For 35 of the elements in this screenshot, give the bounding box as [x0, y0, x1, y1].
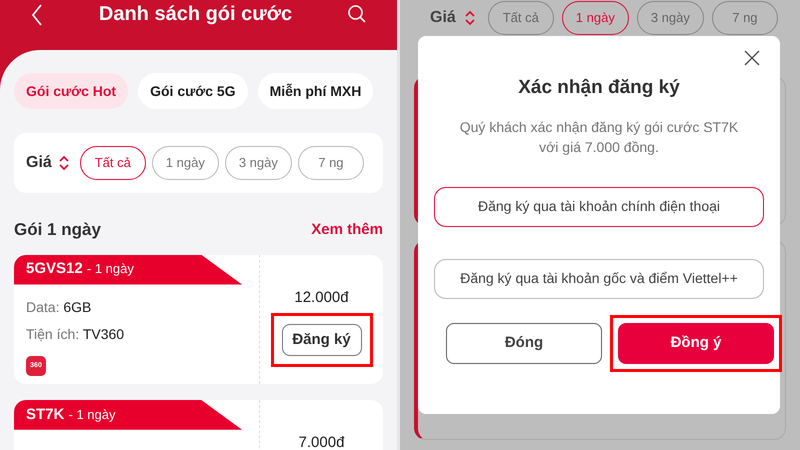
- filter-chip[interactable]: 1 ngày: [152, 146, 219, 180]
- filter-chip[interactable]: 3 ngày: [636, 1, 704, 35]
- register-button[interactable]: Đăng ký: [282, 324, 362, 356]
- back-icon[interactable]: [30, 3, 44, 27]
- package-price: 12.000đ: [294, 288, 349, 308]
- filter-label: Giá: [430, 8, 456, 28]
- package-price: 7.000đ: [298, 432, 344, 450]
- package-detail: Data: 6GB: [26, 298, 92, 316]
- sort-icon[interactable]: [464, 9, 476, 27]
- dialog-title: Xác nhận đăng ký: [518, 76, 680, 100]
- filter-chip[interactable]: 7 ng: [712, 1, 778, 35]
- payment-option[interactable]: Đăng ký qua tài khoản chính điện thoại: [434, 186, 764, 226]
- close-button[interactable]: Đóng: [446, 322, 602, 364]
- category-tab[interactable]: Gói cước Hot: [14, 73, 128, 109]
- filter-chip[interactable]: Tất cả: [488, 1, 554, 35]
- dialog-message: Quý khách xác nhận đăng ký gói cước ST7K: [460, 118, 738, 136]
- filter-label: Giá: [26, 153, 52, 173]
- section-title: Gói 1 ngày: [14, 219, 101, 241]
- package-detail: Tiện ích: TV360: [26, 324, 126, 344]
- package-name: 5GVS12 - 1 ngày: [26, 259, 134, 280]
- package-name: ST7K - 1 ngày: [26, 404, 116, 424]
- screen-title: Danh sách gói cước: [98, 2, 292, 26]
- dialog-message: với giá 7.000 đồng.: [539, 138, 659, 156]
- category-tab[interactable]: Gói cước 5G: [138, 73, 248, 109]
- filter-chip[interactable]: 3 ngày: [224, 146, 292, 180]
- see-more-link[interactable]: Xem thêm: [311, 218, 383, 241]
- search-icon[interactable]: [347, 4, 367, 24]
- filter-chip[interactable]: 1 ngày: [562, 1, 629, 35]
- filter-chip[interactable]: 7 ng: [298, 146, 364, 180]
- close-icon[interactable]: [744, 50, 760, 66]
- payment-option[interactable]: Đăng ký qua tài khoản gốc và điểm Viettel++: [434, 258, 764, 298]
- sort-icon[interactable]: [58, 154, 70, 172]
- category-tab[interactable]: Miễn phí MXH: [258, 73, 374, 109]
- confirm-button[interactable]: Đồng ý: [618, 322, 774, 364]
- filter-chip[interactable]: Tất cả: [80, 146, 146, 180]
